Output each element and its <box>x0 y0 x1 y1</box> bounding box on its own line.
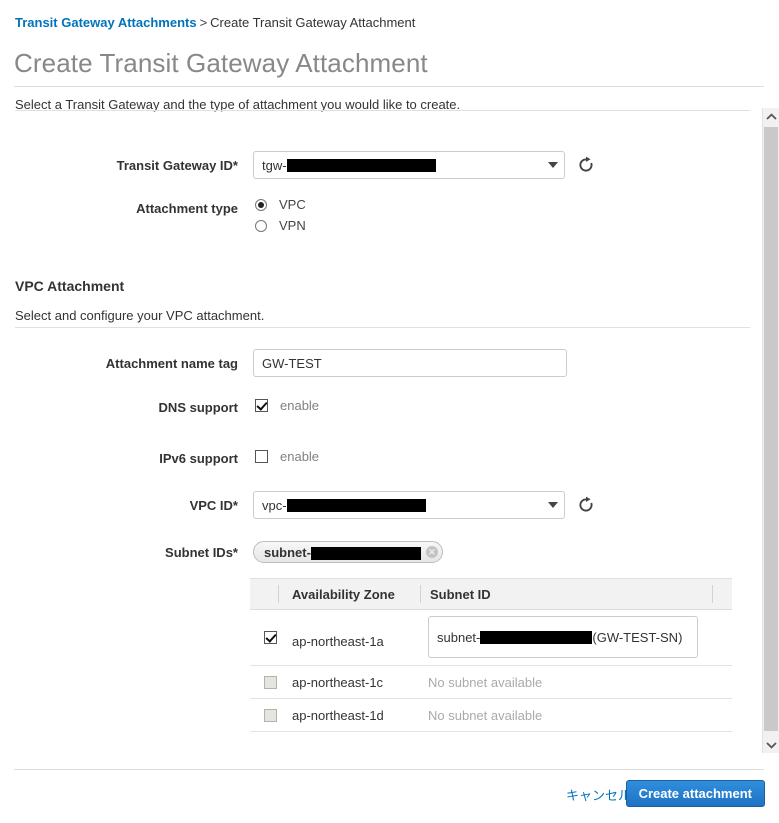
table-row: ap-northeast-1a subnet- (GW-TEST-SN) <box>250 610 732 666</box>
dns-support-checkbox[interactable] <box>255 399 268 412</box>
column-header-availability-zone[interactable]: Availability Zone <box>292 579 395 609</box>
chevron-down-icon <box>548 502 558 508</box>
close-icon[interactable]: ✕ <box>425 546 438 558</box>
row-availability-zone: ap-northeast-1a <box>292 634 384 649</box>
row-checkbox-ap-northeast-1d <box>264 709 277 725</box>
ipv6-support-label: IPv6 support <box>159 451 238 466</box>
refresh-icon <box>579 156 593 172</box>
attachment-name-tag-value: GW-TEST <box>262 355 322 371</box>
scrollbar-up-button[interactable] <box>763 108 779 125</box>
redaction-bar <box>310 546 421 560</box>
refresh-vpcs-button[interactable] <box>575 494 597 516</box>
table-row: ap-northeast-1d No subnet available <box>250 699 732 732</box>
chevron-up-icon <box>765 112 777 120</box>
scrollbar-down-button[interactable] <box>763 736 779 753</box>
attachment-name-tag-input[interactable]: GW-TEST <box>253 349 567 377</box>
transit-gateway-id-value: tgw- <box>262 158 436 173</box>
redaction-bar <box>286 498 426 512</box>
radio-option-vpn[interactable]: VPN <box>255 218 306 233</box>
column-header-subnet-id[interactable]: Subnet ID <box>430 579 491 609</box>
redaction-bar <box>480 630 593 644</box>
row-availability-zone: ap-northeast-1d <box>292 708 384 723</box>
vpc-attachment-section-title: VPC Attachment <box>15 278 125 294</box>
subnet-ids-label: Subnet IDs* <box>165 545 238 560</box>
header-divider <box>278 585 279 603</box>
header-divider <box>712 585 713 603</box>
title-divider <box>14 86 764 87</box>
scroll-area-top-divider <box>15 110 750 111</box>
dns-support-label: DNS support <box>158 400 238 415</box>
page-title: Create Transit Gateway Attachment <box>14 48 428 78</box>
row-subnet-select[interactable]: subnet- (GW-TEST-SN) <box>428 616 698 658</box>
breadcrumb-current: Create Transit Gateway Attachment <box>210 15 416 30</box>
refresh-transit-gateways-button[interactable] <box>575 154 597 176</box>
row-checkbox-input-disabled <box>264 709 277 722</box>
vpc-attachment-section-subtitle: Select and configure your VPC attachment… <box>15 308 265 323</box>
subnet-id-token[interactable]: subnet- ✕ <box>253 541 443 563</box>
attachment-type-label: Attachment type <box>136 201 238 216</box>
vertical-scrollbar[interactable] <box>762 108 779 753</box>
radio-vpc-label: VPC <box>279 197 306 212</box>
redaction-bar <box>286 158 436 172</box>
radio-vpn-label: VPN <box>279 218 306 233</box>
row-checkbox-input-disabled <box>264 676 277 689</box>
vpc-id-select[interactable]: vpc- <box>253 491 565 519</box>
row-checkbox-input[interactable] <box>264 631 277 644</box>
vpc-attachment-section-divider <box>15 327 750 328</box>
table-row: ap-northeast-1c No subnet available <box>250 666 732 699</box>
radio-option-vpc[interactable]: VPC <box>255 197 306 212</box>
row-subnet-value: subnet- (GW-TEST-SN) <box>437 629 683 645</box>
chevron-down-icon <box>765 741 777 749</box>
ipv6-support-checkbox[interactable] <box>255 450 268 463</box>
create-attachment-button[interactable]: Create attachment <box>625 780 765 807</box>
row-checkbox-ap-northeast-1a[interactable] <box>264 631 277 647</box>
breadcrumb-separator: > <box>199 15 208 30</box>
row-availability-zone: ap-northeast-1c <box>292 675 384 690</box>
transit-gateway-id-select[interactable]: tgw- <box>253 151 565 179</box>
form-scroll-area: Transit Gateway ID* tgw- Attachment type… <box>0 110 779 752</box>
radio-vpc-input[interactable] <box>255 198 267 211</box>
refresh-icon <box>579 496 593 512</box>
ipv6-support-checkbox-row[interactable]: enable <box>255 449 319 464</box>
footer-divider <box>14 769 764 770</box>
row-checkbox-ap-northeast-1c <box>264 676 277 692</box>
transit-gateway-id-label: Transit Gateway ID* <box>116 158 238 173</box>
vpc-id-value: vpc- <box>262 498 426 513</box>
radio-vpn-input[interactable] <box>255 219 267 232</box>
subnet-table-header: Availability Zone Subnet ID <box>250 578 732 610</box>
ipv6-support-checkbox-label: enable <box>280 449 320 464</box>
row-subnet-empty-text: No subnet available <box>428 675 543 690</box>
attachment-name-tag-label: Attachment name tag <box>105 356 238 371</box>
header-divider <box>420 585 421 603</box>
dns-support-checkbox-label: enable <box>280 398 320 413</box>
subnet-id-token-text: subnet- <box>264 545 421 560</box>
chevron-down-icon <box>548 162 558 168</box>
dns-support-checkbox-row[interactable]: enable <box>255 398 319 413</box>
vpc-id-label: VPC ID* <box>189 498 238 513</box>
create-transit-gateway-attachment-page: Transit Gateway Attachments > Create Trans… <box>0 0 779 823</box>
breadcrumb-link-transit-gateway-attachments[interactable]: Transit Gateway Attachments <box>15 15 197 30</box>
row-subnet-empty-text: No subnet available <box>428 708 543 723</box>
breadcrumb: Transit Gateway Attachments > Create Trans… <box>15 15 415 30</box>
scrollbar-thumb[interactable] <box>764 127 778 731</box>
cancel-button[interactable]: キャンセル <box>566 785 631 804</box>
